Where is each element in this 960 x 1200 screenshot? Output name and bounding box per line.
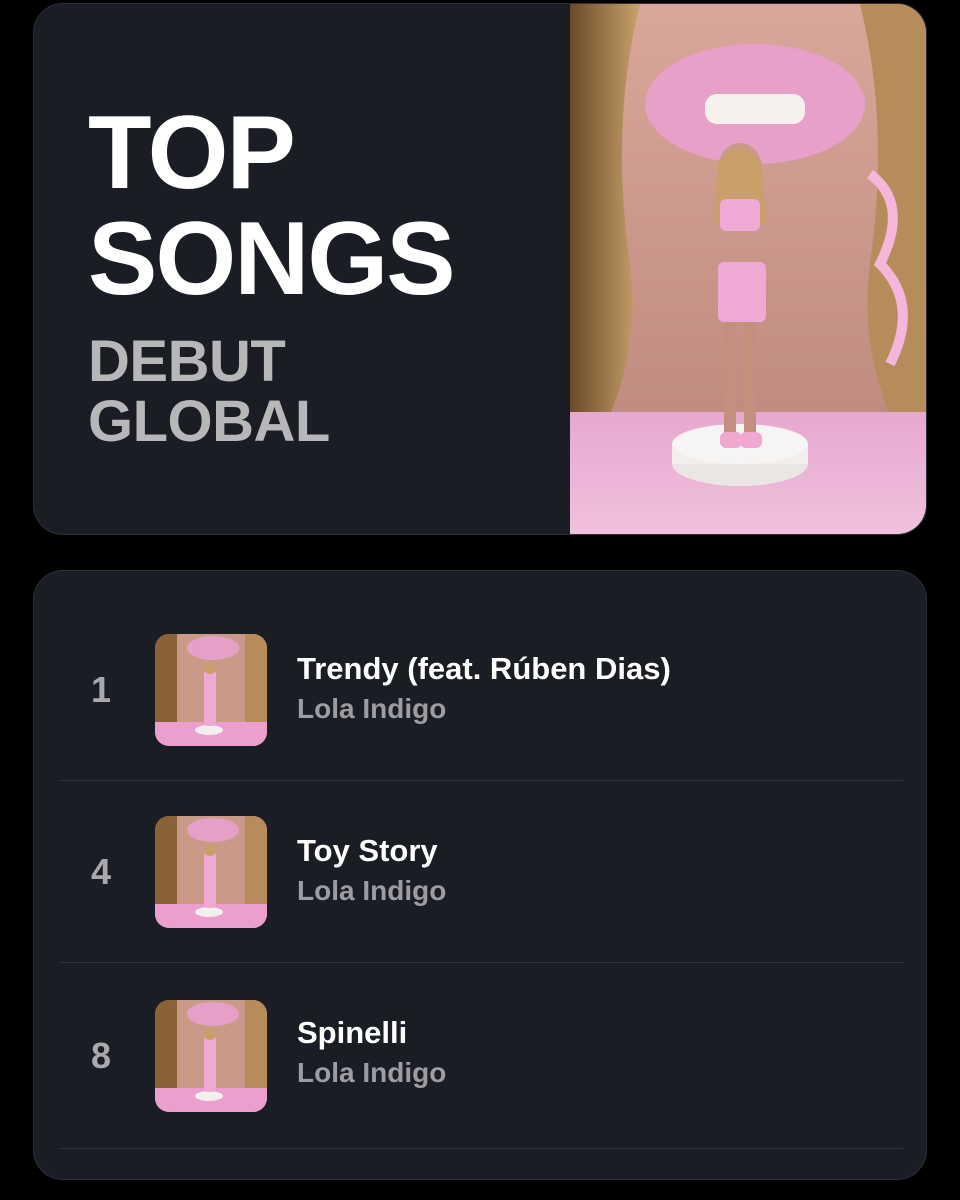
title-line-1: TOP [88,95,296,211]
title-line-2: SONGS [88,201,456,317]
header-text: TOP SONGS DEBUT GLOBAL [88,95,456,454]
song-artist: Lola Indigo [297,875,447,906]
song-title: Toy Story [297,833,438,868]
list-item[interactable]: 8 Spinelli Lola Indigo [59,963,903,1149]
rank-number: 8 [91,1035,112,1076]
rank-number: 4 [91,851,112,892]
album-cover-image [570,4,926,534]
subtitle-line-1: DEBUT [88,329,286,394]
song-title: Trendy (feat. Rúben Dias) [297,651,671,686]
rank-number: 1 [91,669,112,710]
song-artist: Lola Indigo [297,1057,447,1088]
header-card: TOP SONGS DEBUT GLOBAL [33,3,927,535]
list-item[interactable]: 1 Trendy (feat. Rúben Dias) Lola Indigo [59,599,903,781]
list-item[interactable]: 4 Toy Story Lola Indigo [59,781,903,963]
album-thumbnail [155,816,267,928]
songs-list: 1 Trendy (feat. Rúben Dias) Lola Indigo … [33,570,927,1180]
album-thumbnail [155,634,267,746]
divider [59,1148,903,1149]
album-thumbnail [155,1000,267,1112]
song-artist: Lola Indigo [297,693,447,724]
song-title: Spinelli [297,1015,408,1050]
subtitle-line-2: GLOBAL [88,389,330,454]
